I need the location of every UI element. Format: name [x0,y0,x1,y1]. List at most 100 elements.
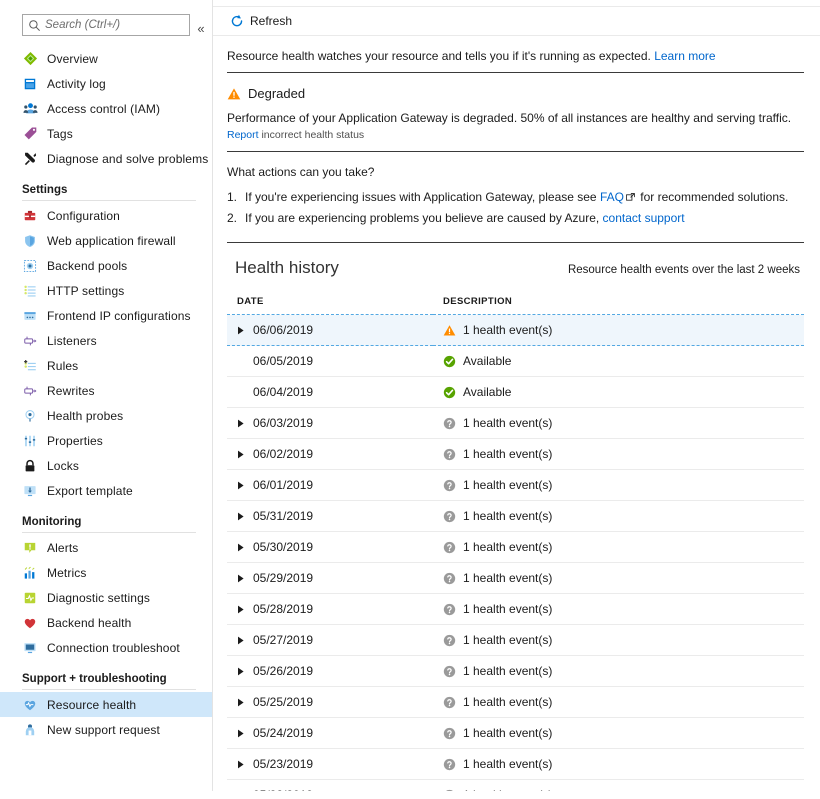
sidebar-item-frontend-ip-configurations[interactable]: Frontend IP configurations [0,303,212,328]
status-badge: Degraded [248,86,305,101]
report-link[interactable]: Report [227,129,259,141]
table-row[interactable]: 05/25/20191 health event(s) [227,687,804,718]
learn-more-link[interactable]: Learn more [654,49,715,63]
table-row[interactable]: 06/01/2019 1 health event(s) [227,470,804,501]
expand-row-icon[interactable] [237,760,248,769]
actions-block: What actions can you take? 1. If you're … [227,152,804,243]
expand-row-icon[interactable] [237,419,248,428]
sidebar-item-tags[interactable]: Tags [0,121,212,146]
sidebar-item-configuration[interactable]: Configuration [0,203,212,228]
health-probes-icon [22,408,38,424]
table-row[interactable]: 06/03/20191 health event(s) [227,408,804,439]
sidebar-item-label: Activity log [47,77,106,91]
metrics-icon [22,565,38,581]
table-row[interactable]: 05/28/2019 1 health event(s) [227,594,804,625]
row-date-text: 06/04/2019 [253,385,313,399]
cell-description: 1 health event(s) [433,470,804,501]
sidebar-item-rules[interactable]: Rules [0,353,212,378]
sidebar-item-label: Diagnostic settings [47,591,150,605]
refresh-button[interactable]: Refresh [227,9,298,33]
expand-row-icon[interactable] [237,574,248,583]
report-rest-text: incorrect health status [261,129,364,141]
unknown-icon [443,758,456,771]
row-description-text: 1 health event(s) [463,726,552,740]
row-date-text: 05/28/2019 [253,602,313,616]
sidebar-item-backend-pools[interactable]: Backend pools [0,253,212,278]
expand-row-icon[interactable] [237,667,248,676]
table-row[interactable]: 06/05/2019Available [227,346,804,377]
search-icon [28,19,41,32]
expand-row-icon[interactable] [237,481,248,490]
available-icon [443,386,456,399]
expand-row-icon[interactable] [237,605,248,614]
sidebar-item-export-template[interactable]: Export template [0,478,212,503]
action-text: If you are experiencing problems you bel… [245,209,685,227]
cell-date: 06/02/2019 [227,439,433,470]
table-row[interactable]: 05/23/20191 health event(s) [227,749,804,780]
sidebar-item-backend-health[interactable]: Backend health [0,610,212,635]
row-date-text: 06/03/2019 [253,416,313,430]
table-row[interactable]: 05/30/20191 health event(s) [227,532,804,563]
sidebar-item-connection-troubleshoot[interactable]: Connection troubleshoot [0,635,212,660]
sidebar-item-resource-health[interactable]: Resource health [0,692,212,717]
sidebar-item-web-application-firewall[interactable]: Web application firewall [0,228,212,253]
sidebar-item-diagnostic-settings[interactable]: Diagnostic settings [0,585,212,610]
table-row[interactable]: 06/02/20191 health event(s) [227,439,804,470]
faq-link[interactable]: FAQ [600,190,624,204]
row-description-text: 1 health event(s) [463,478,552,492]
collapse-menu-button[interactable]: « [192,20,210,38]
rules-icon [22,358,38,374]
sidebar-item-overview[interactable]: Overview [0,46,212,71]
status-description: Performance of your Application Gateway … [227,110,804,126]
intro-text: Resource health watches your resource an… [227,49,651,63]
row-date-text: 06/01/2019 [253,478,313,492]
sidebar-item-rewrites[interactable]: Rewrites [0,378,212,403]
expand-row-icon[interactable] [237,698,248,707]
cell-description: Available [433,346,804,377]
sidebar-item-health-probes[interactable]: Health probes [0,403,212,428]
search-container [22,14,190,36]
search-box[interactable] [22,14,190,36]
unknown-icon [443,541,456,554]
table-row[interactable]: 05/27/20191 health event(s) [227,625,804,656]
table-row[interactable]: 05/31/20191 health event(s) [227,501,804,532]
row-description-text: Available [463,354,511,368]
expand-row-icon[interactable] [237,326,248,335]
sidebar-item-activity-log[interactable]: Activity log [0,71,212,96]
cell-description: 1 health event(s) [433,532,804,563]
sidebar-item-http-settings[interactable]: HTTP settings [0,278,212,303]
expand-row-icon[interactable] [237,543,248,552]
expand-row-icon[interactable] [237,450,248,459]
table-row[interactable]: 06/04/2019 Available [227,377,804,408]
sidebar-item-listeners[interactable]: Listeners [0,328,212,353]
row-date-text: 05/29/2019 [253,571,313,585]
sidebar-item-locks[interactable]: Locks [0,453,212,478]
sidebar-item-label: Metrics [47,566,87,580]
contact-support-link[interactable]: contact support [603,211,685,225]
sidebar-item-properties[interactable]: Properties [0,428,212,453]
sidebar-item-alerts[interactable]: Alerts [0,535,212,560]
sidebar-item-metrics[interactable]: Metrics [0,560,212,585]
available-icon [443,355,456,368]
table-row[interactable]: 05/24/2019 1 health event(s) [227,718,804,749]
table-row[interactable]: 05/26/20191 health event(s) [227,656,804,687]
resource-menu-sidebar: « [0,0,213,791]
expand-row-icon[interactable] [237,512,248,521]
table-row[interactable]: 06/06/20191 health event(s) [227,315,804,346]
sidebar-item-access-control[interactable]: Access control (IAM) [0,96,212,121]
row-date-text: 05/24/2019 [253,726,313,740]
row-description-text: 1 health event(s) [463,571,552,585]
row-description-text: Available [463,385,511,399]
expand-row-icon[interactable] [237,729,248,738]
cell-description: 1 health event(s) [433,594,804,625]
table-row[interactable]: 05/29/2019 1 health event(s) [227,563,804,594]
action-text: If you're experiencing issues with Appli… [245,188,788,206]
search-input[interactable] [45,19,201,31]
cell-date: 05/30/2019 [227,532,433,563]
table-row[interactable]: 05/22/20191 health event(s) [227,780,804,792]
sidebar-item-label: Backend health [47,616,131,630]
cell-description: 1 health event(s) [433,749,804,780]
sidebar-item-new-support-request[interactable]: New support request [0,717,212,742]
sidebar-item-diagnose-and-solve[interactable]: Diagnose and solve problems [0,146,212,171]
expand-row-icon[interactable] [237,636,248,645]
